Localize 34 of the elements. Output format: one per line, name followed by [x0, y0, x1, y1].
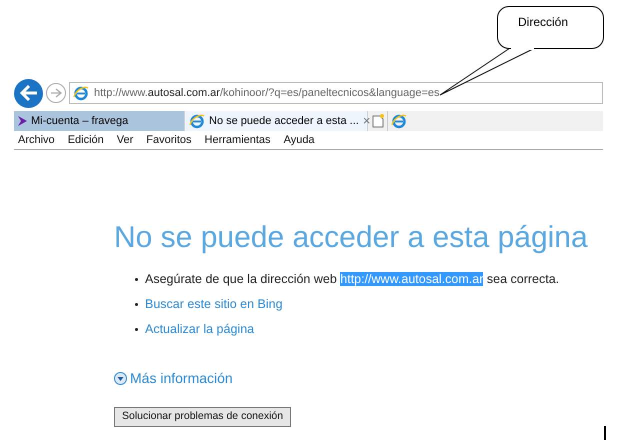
menu-item[interactable]: Ayuda	[284, 132, 315, 148]
help-link[interactable]: Actualizar la página	[145, 320, 254, 338]
error-heading: No se puede acceder a esta página	[114, 220, 589, 256]
back-button[interactable]	[14, 78, 43, 108]
browser-logo-icon	[73, 85, 89, 101]
menu-item[interactable]: Herramientas	[204, 132, 271, 148]
menu-item[interactable]: Ver	[116, 132, 134, 148]
troubleshoot-button[interactable]: Solucionar problemas de conexión	[114, 407, 292, 427]
tab-logo-icon	[18, 116, 27, 126]
bullet-icon	[135, 278, 138, 280]
tab-title: No se puede acceder a esta ...	[209, 114, 359, 129]
menu-item[interactable]: Favoritos	[146, 132, 192, 148]
more-info-link[interactable]: Más información	[114, 368, 640, 389]
browser-logo-icon	[391, 113, 407, 129]
menu-item[interactable]: Archivo	[18, 132, 55, 148]
callout-bubble: Dirección	[497, 6, 604, 49]
url-text: http://www.autosal.com.ar/kohinoor/?q=es/paneltecnicos&language=es	[94, 86, 440, 101]
tab-close-icon[interactable]: ×	[362, 114, 370, 128]
new-page-icon	[372, 114, 384, 128]
browser-logo-icon	[189, 113, 205, 129]
bullet-icon	[135, 302, 138, 306]
address-bar[interactable]: http://www.autosal.com.ar/kohinoor/?q=es/paneltecnicos&language=es	[69, 82, 603, 104]
browser-tab[interactable]: No se puede acceder a esta ... ×	[184, 111, 368, 131]
expand-icon	[114, 372, 127, 385]
help-link[interactable]: Buscar este sitio en Bing	[145, 294, 283, 314]
back-arrow-icon	[20, 85, 38, 101]
check-address-text: Asegúrate de que la dirección web http://www.autosal.com.ar sea correcta.	[145, 270, 560, 288]
forward-button[interactable]	[46, 83, 66, 103]
menu-item[interactable]: Edición	[68, 132, 104, 148]
bullet-icon	[135, 328, 138, 330]
browser-tab[interactable]: Mi-cuenta – fravega	[14, 111, 184, 131]
forward-arrow-icon	[50, 88, 62, 98]
tab-title: Mi-cuenta – fravega	[31, 114, 128, 129]
text-cursor	[604, 426, 606, 440]
